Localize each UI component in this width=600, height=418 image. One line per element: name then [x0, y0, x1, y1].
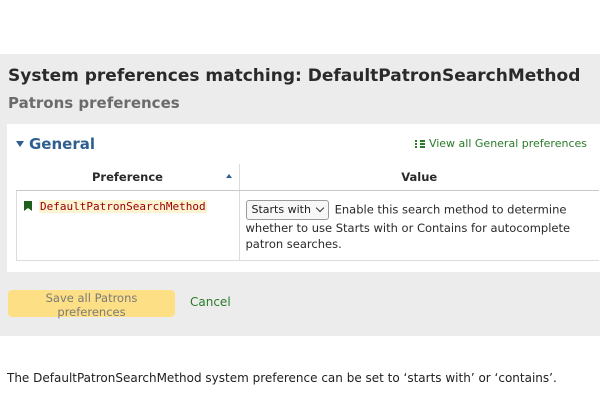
- chevron-down-icon: [315, 203, 325, 213]
- view-all-general-link[interactable]: View all General preferences: [414, 137, 587, 150]
- figure-caption: The DefaultPatronSearchMethod system pre…: [7, 371, 557, 385]
- cancel-link[interactable]: Cancel: [190, 295, 231, 309]
- list-icon: [414, 139, 425, 149]
- preferences-card: General View all General preferences Pre…: [7, 124, 600, 272]
- preferences-panel: System preferences matching: DefaultPatr…: [0, 54, 600, 336]
- column-header-value: Value: [238, 164, 599, 191]
- search-method-select[interactable]: Starts with: [245, 200, 329, 220]
- preference-cell: DefaultPatronSearchMethod: [16, 190, 239, 261]
- table-row: DefaultPatronSearchMethod Starts with En…: [16, 190, 599, 261]
- sort-ascending-icon: [225, 174, 232, 178]
- page-title: System preferences matching: DefaultPatr…: [8, 66, 581, 86]
- preference-name: DefaultPatronSearchMethod: [39, 200, 207, 213]
- bookmark-icon: [24, 201, 32, 211]
- section-title: General: [29, 135, 95, 153]
- value-cell: Starts with Enable this search method to…: [238, 190, 599, 261]
- preferences-table: Preference Value DefaultPatronSearchMeth…: [16, 164, 599, 261]
- section-toggle-general[interactable]: General: [16, 135, 95, 153]
- page-subtitle: Patrons preferences: [8, 94, 180, 112]
- column-header-preference[interactable]: Preference: [16, 164, 239, 191]
- save-button[interactable]: Save all Patrons preferences: [8, 290, 175, 319]
- view-all-label: View all General preferences: [428, 137, 587, 150]
- caret-down-icon: [16, 141, 24, 147]
